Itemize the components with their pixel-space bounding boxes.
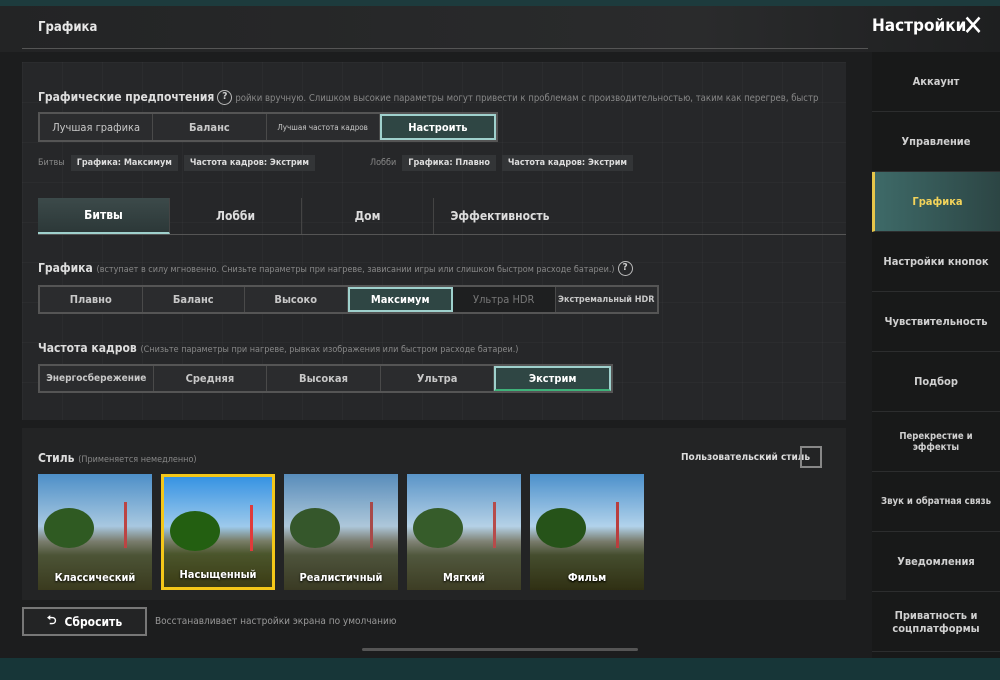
sidebar-item-sensitivity[interactable]: Чувствительность <box>872 292 1000 352</box>
style-caption: Мягкий <box>443 571 485 584</box>
scrollbar[interactable] <box>362 648 638 651</box>
graphics-label: Графика (вступает в силу мгновенно. Сниз… <box>38 261 636 276</box>
style-saturated[interactable]: Насыщенный <box>161 474 275 590</box>
tree-image <box>413 508 463 548</box>
sidebar-item-pickup[interactable]: Подбор <box>872 352 1000 412</box>
style-label: Стиль (Применяется немедленно) <box>38 451 197 465</box>
sidebar-item-privacy[interactable]: Приватность и соцплатформы <box>872 592 1000 652</box>
tab-bar: Битвы Лобби Дом Эффективность <box>38 198 846 235</box>
tree-image <box>536 508 586 548</box>
sidebar-item-button-settings[interactable]: Настройки кнопок <box>872 232 1000 292</box>
graphics-hint: (вступает в силу мгновенно. Снизьте пара… <box>96 265 615 275</box>
tab-efficiency[interactable]: Эффективность <box>434 198 566 234</box>
battle-tags: Битвы Графика: Максимум Частота кадров: Эк… <box>38 150 321 171</box>
undo-icon: ⮌ <box>46 613 57 627</box>
tree-image <box>170 511 220 551</box>
sidebar: Аккаунт Управление Графика Настройки кно… <box>872 52 1000 658</box>
style-classic[interactable]: Классический <box>38 474 152 590</box>
gfx-high[interactable]: Высоко <box>245 287 348 312</box>
pref-custom[interactable]: Настроить <box>379 114 496 140</box>
tab-lobby[interactable]: Лобби <box>170 198 302 234</box>
preferences-title-text: Графические предпочтения <box>38 90 215 104</box>
close-icon[interactable]: ✕ <box>960 12 986 40</box>
tower-image <box>616 502 619 548</box>
tower-image <box>124 502 127 548</box>
sidebar-item-notifications[interactable]: Уведомления <box>872 532 1000 592</box>
section-title: Графика <box>38 20 98 35</box>
pref-best-graphics[interactable]: Лучшая графика <box>40 114 154 140</box>
style-caption: Насыщенный <box>179 568 257 581</box>
pref-best-fps[interactable]: Лучшая частота кадров <box>267 114 380 140</box>
style-caption: Фильм <box>567 571 607 584</box>
help-icon[interactable]: ? <box>217 90 233 105</box>
custom-style-label: Пользовательский стиль <box>681 452 811 463</box>
settings-title: Настройки <box>872 16 967 36</box>
gfx-extreme-hdr[interactable]: Экстремальный HDR <box>556 287 658 312</box>
tag: Графика: Плавно <box>402 155 496 171</box>
framerate-hint: (Снизьте параметры при нагреве, рывках и… <box>140 345 519 355</box>
sidebar-item-crosshair[interactable]: Перекрестие и эффекты <box>872 412 1000 472</box>
divider <box>22 48 868 49</box>
sidebar-item-account[interactable]: Аккаунт <box>872 52 1000 112</box>
style-film[interactable]: Фильм <box>530 474 644 590</box>
reset-description: Восстанавливает настройки экрана по умол… <box>155 616 397 627</box>
gfx-ultra-hdr[interactable]: Ультра HDR <box>453 287 556 312</box>
framerate-selector: Энергосбережение Средняя Высокая Ультра … <box>38 364 613 393</box>
sidebar-item-controls[interactable]: Управление <box>872 112 1000 172</box>
graphics-label-text: Графика <box>38 261 93 275</box>
style-caption: Реалистичный <box>299 571 383 584</box>
sidebar-item-graphics[interactable]: Графика <box>872 172 1000 232</box>
tab-home[interactable]: Дом <box>302 198 434 234</box>
tower-image <box>250 505 253 551</box>
bottom-band <box>0 658 1000 680</box>
tower-image <box>493 502 496 548</box>
custom-style-checkbox[interactable] <box>800 446 822 468</box>
header <box>0 6 1000 52</box>
style-soft[interactable]: Мягкий <box>407 474 521 590</box>
style-realistic[interactable]: Реалистичный <box>284 474 398 590</box>
gfx-balance[interactable]: Баланс <box>143 287 245 312</box>
fps-high[interactable]: Высокая <box>267 366 381 391</box>
lobby-label: Лобби <box>370 158 397 168</box>
tab-battles[interactable]: Битвы <box>38 198 170 234</box>
graphics-quality-selector: Плавно Баланс Высоко Максимум Ультра HDR… <box>38 285 659 314</box>
preferences-note: ройки вручную. Слишком высокие параметры… <box>235 93 819 104</box>
fps-power-saving[interactable]: Энергосбережение <box>40 366 154 391</box>
reset-label: Сбросить <box>64 614 123 629</box>
fps-medium[interactable]: Средняя <box>154 366 268 391</box>
style-hint: (Применяется немедленно) <box>78 455 197 465</box>
help-icon[interactable]: ? <box>617 261 633 276</box>
framerate-label-text: Частота кадров <box>38 341 137 355</box>
tree-image <box>290 508 340 548</box>
fps-extreme[interactable]: Экстрим <box>494 366 611 391</box>
fps-ultra[interactable]: Ультра <box>381 366 495 391</box>
preferences-title: Графические предпочтения? ройки вручную. … <box>38 90 818 105</box>
sidebar-item-sound[interactable]: Звук и обратная связь <box>872 472 1000 532</box>
style-label-text: Стиль <box>38 451 75 465</box>
tree-image <box>44 508 94 548</box>
reset-button[interactable]: ⮌ Сбросить <box>22 607 147 636</box>
lobby-tags: Лобби Графика: Плавно Частота кадров: Экст… <box>370 150 639 171</box>
battle-label: Битвы <box>38 158 65 168</box>
style-caption: Классический <box>54 571 136 584</box>
tag: Графика: Максимум <box>70 155 178 171</box>
pref-balance[interactable]: Баланс <box>153 114 267 140</box>
gfx-max[interactable]: Максимум <box>347 287 453 312</box>
preferences-selector: Лучшая графика Баланс Лучшая частота кад… <box>38 112 498 142</box>
gfx-smooth[interactable]: Плавно <box>40 287 143 312</box>
tag: Частота кадров: Экстрим <box>183 155 315 171</box>
framerate-label: Частота кадров (Снизьте параметры при на… <box>38 341 518 355</box>
tower-image <box>370 502 373 548</box>
tag: Частота кадров: Экстрим <box>501 155 633 171</box>
